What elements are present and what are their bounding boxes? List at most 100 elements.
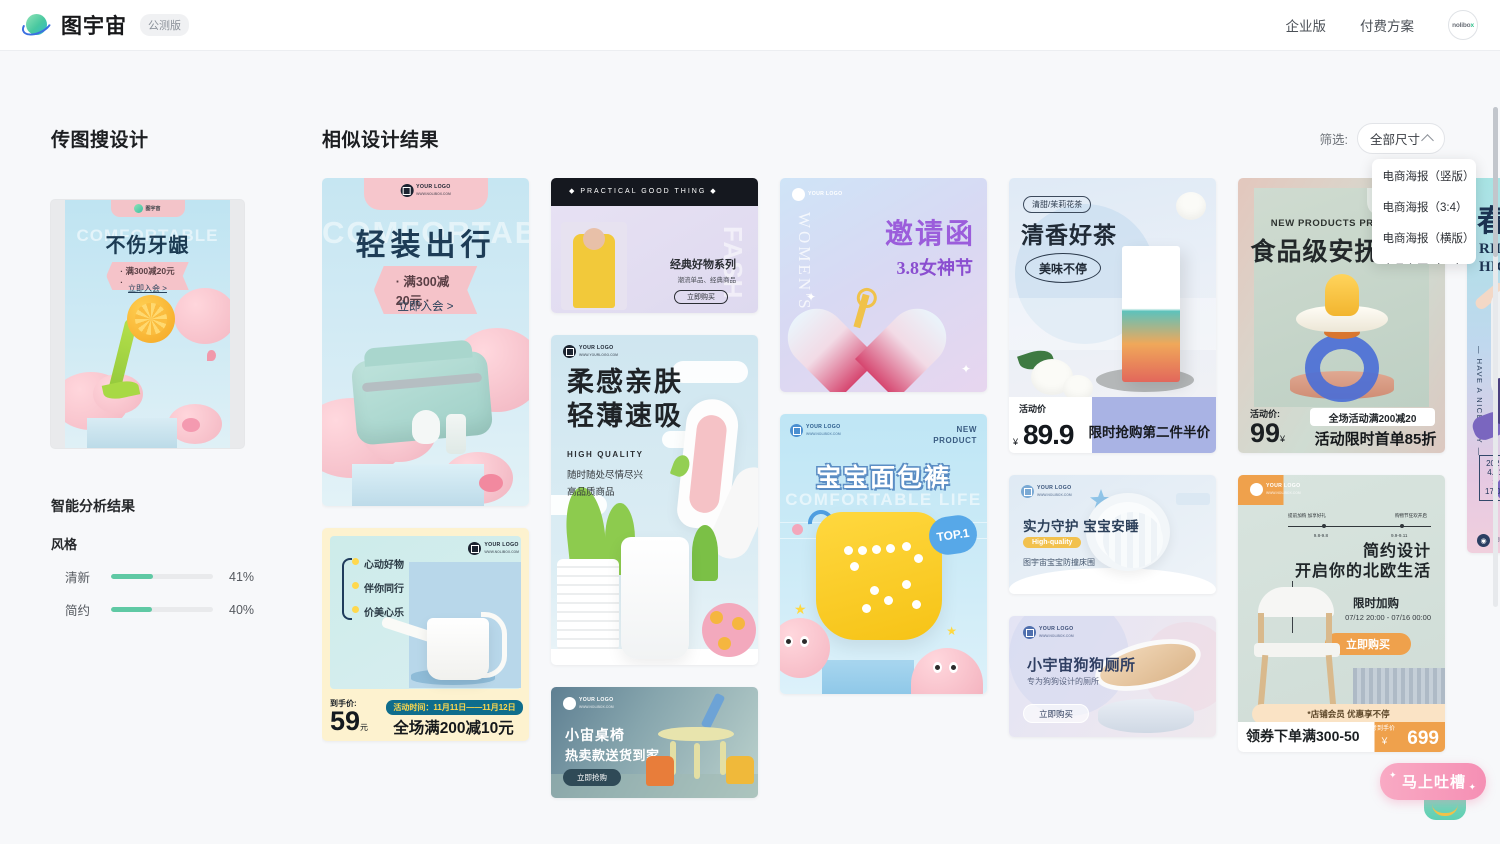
scrollbar-thumb[interactable] bbox=[1493, 107, 1498, 257]
card-promo-1: 全场活动满200减20 bbox=[1310, 408, 1435, 426]
feedback-label: 马上吐槽 bbox=[1401, 774, 1466, 791]
product-bear bbox=[434, 348, 456, 368]
result-card-fashion[interactable]: ◆ PRACTICAL GOOD THING ◆ FASH 经典好物系列 潮流单… bbox=[551, 178, 758, 313]
decor-petal bbox=[207, 350, 216, 361]
timeline-date-2: 9.9-9.11 bbox=[1390, 533, 1408, 538]
logo-mark-icon bbox=[563, 345, 576, 359]
decor-heart bbox=[812, 306, 922, 392]
style-label: 简约 bbox=[65, 604, 91, 618]
card-logo-sub: WWW.NOLIBOX.COM bbox=[1039, 634, 1074, 639]
uploaded-image-frame[interactable]: 图宇宙 COMFORTABLE 不伤牙龈 · 满300减20元 · 立即入会 > bbox=[51, 200, 244, 448]
card-price-block: 到手价: 59元 bbox=[330, 698, 368, 735]
card-logo-sub: WWW.NOLIBOX.COM bbox=[579, 705, 614, 710]
price-value: 59 bbox=[330, 706, 361, 736]
card-logo: YOUR LOGO WWW.YOURLOGO.COM bbox=[563, 345, 618, 359]
result-card-baby-bed[interactable]: YOUR LOGO WWW.NOLIBOX.COM 实力守护 宝宝安睡 High-… bbox=[1009, 475, 1216, 594]
decor-band bbox=[1009, 298, 1216, 350]
card-top-badge: TOP.1 bbox=[926, 512, 980, 558]
result-card-dog-toilet[interactable]: YOUR LOGO WWW.NOLIBOX.COM 小宇宙狗狗厕所 专为狗狗设计的… bbox=[1009, 616, 1216, 737]
card-button: 立即购买 bbox=[1023, 704, 1089, 723]
teether-orange bbox=[127, 295, 175, 343]
card-logo-sub: WWW.NOLIBOX.COM bbox=[1037, 493, 1072, 498]
card-promo-2: 活动限时首单85折 bbox=[1314, 430, 1437, 448]
card-logo-text: YOUR LOGO bbox=[806, 424, 841, 430]
decor-star-icon bbox=[1090, 489, 1112, 511]
decor-podium bbox=[87, 418, 177, 448]
card-logo-sub: WWW.YOURLOGO.COM bbox=[579, 353, 618, 358]
decor-jasmine bbox=[1031, 359, 1073, 395]
card-logo: YOUR LOGO WWW.NOLIBOX.COM bbox=[1023, 626, 1074, 640]
product-bunny bbox=[412, 410, 440, 444]
card-logo: YOUR LOGO WWW.NOLIBOX.COM bbox=[790, 424, 841, 438]
decor-jasmine bbox=[1176, 192, 1206, 220]
result-card-kids-table[interactable]: YOUR LOGO WWW.NOLIBOX.COM 小宙桌椅 热卖款送货到家 立即… bbox=[551, 687, 758, 798]
card-sub-text: 专为狗狗设计的厕所 bbox=[1027, 677, 1099, 686]
style-progress-fill bbox=[111, 574, 153, 579]
dropdown-option-poster-vertical[interactable]: 电商海报（竖版） bbox=[1372, 162, 1476, 193]
card-button: 立即抢购 bbox=[563, 769, 621, 786]
product-baby-nest bbox=[1086, 493, 1170, 571]
card-logo: YOUR LOGO WWW.NOLIBOX.COM bbox=[1021, 485, 1072, 499]
size-filter-select[interactable]: 全部尺寸 bbox=[1357, 123, 1445, 154]
dropdown-option-poster-34[interactable]: 电商海报（3:4） bbox=[1372, 193, 1476, 224]
decor-cloud bbox=[672, 361, 748, 383]
card-logo: YOUR LOGO WWW.NOLIBOX.COM bbox=[468, 542, 519, 556]
dropdown-option-poster-horizontal[interactable]: 电商海报（横版） bbox=[1372, 224, 1476, 255]
price-currency: ¥ bbox=[1280, 434, 1286, 444]
card-cta: 立即入会 > bbox=[397, 301, 454, 313]
card-strip-text: ◆ PRACTICAL GOOD THING ◆ bbox=[569, 188, 718, 195]
result-card-baby-pants[interactable]: YOUR LOGO WWW.NOLIBOX.COM NEW PRODUCT 宝宝面包… bbox=[780, 414, 987, 694]
planet-logo-icon bbox=[18, 10, 56, 40]
dropdown-option-product-main-11[interactable]: 商品主图（1:1） bbox=[1372, 255, 1476, 264]
result-card-chair[interactable]: YOUR LOGO WWW.NOLIBOX.COM 提前加购 加享好礼 购物节狂欢… bbox=[1238, 475, 1445, 752]
thumbnail-logo-icon bbox=[134, 204, 144, 213]
result-card-tea[interactable]: 清甜/茉莉花茶 清香好茶 美味不停 活动价 ¥ 89.9 限时抢购第二件半价 bbox=[1009, 178, 1216, 453]
feedback-button[interactable]: ✦ 马上吐槽 ✦ bbox=[1379, 763, 1486, 800]
style-progress-track bbox=[111, 574, 213, 579]
ref-price-label: 参考到手价 bbox=[1364, 726, 1395, 732]
style-row: 简约 40% bbox=[51, 600, 322, 619]
decor-circle bbox=[1015, 204, 1155, 344]
card-headline: 实力守护 宝宝安睡 bbox=[1023, 519, 1140, 534]
size-filter-dropdown[interactable]: 电商海报（竖版） 电商海报（3:4） 电商海报（横版） 商品主图（1:1） bbox=[1371, 159, 1476, 264]
card-promo-time: 活动时间：11月11日——11月12日 bbox=[386, 700, 523, 715]
avatar-accent: x bbox=[1470, 21, 1474, 29]
card-sub-text: 图宇宙宝宝防撞床围 bbox=[1023, 558, 1095, 567]
card-price-bar bbox=[1009, 397, 1216, 453]
filter-label: 筛选: bbox=[1319, 133, 1348, 147]
timeline-date-1: 9.8-9.8 bbox=[1313, 533, 1329, 538]
decor-sparkle: ✦ bbox=[1388, 770, 1398, 780]
decor-flower bbox=[479, 474, 503, 492]
card-logo-sub: WWW.NOLIBOX.COM bbox=[416, 192, 451, 197]
model-head bbox=[583, 228, 605, 250]
card-logo: YOUR LOGO WWW.NOLIBOX.COM bbox=[1250, 483, 1301, 497]
nav-enterprise[interactable]: 企业版 bbox=[1286, 15, 1327, 35]
product-pacifier-shield bbox=[1295, 306, 1388, 332]
logo-mark-icon bbox=[1021, 485, 1034, 499]
logo-mark-icon bbox=[792, 188, 805, 201]
decor-rug bbox=[1353, 668, 1445, 708]
avatar[interactable]: nolibo x bbox=[1448, 10, 1478, 40]
card-bullet-1: 心动好物 bbox=[364, 560, 404, 571]
nav-pricing[interactable]: 付费方案 bbox=[1360, 15, 1414, 35]
style-progress-track bbox=[111, 607, 213, 612]
bullet-dot bbox=[352, 582, 359, 589]
logo-block[interactable]: 图宇宙 公测版 bbox=[18, 10, 189, 40]
result-card-travel-bag[interactable]: YOUR LOGO WWW.NOLIBOX.COM COMFORTABLE 轻装出… bbox=[322, 178, 529, 506]
card-logo-text: YOUR LOGO bbox=[1037, 485, 1072, 491]
card-bullet-3: 价美心乐 bbox=[364, 608, 404, 619]
product-watering-can bbox=[427, 618, 489, 680]
product-chair-back bbox=[1258, 587, 1334, 617]
decor-cloud bbox=[362, 404, 436, 462]
card-new-badge: NEW PRODUCT bbox=[933, 425, 977, 446]
decor-cloud bbox=[443, 452, 513, 504]
product-pacifier-ring bbox=[1304, 334, 1379, 402]
result-card-watering-can[interactable]: YOUR LOGO WWW.NOLIBOX.COM 心动好物 伴你同行 价美心乐 … bbox=[322, 528, 529, 741]
card-member-note: *店铺会员 优惠享不停 bbox=[1252, 704, 1445, 724]
result-card-soft-diaper[interactable]: YOUR LOGO WWW.YOURLOGO.COM 柔感亲肤 轻薄速吸 HIGH … bbox=[551, 335, 758, 665]
filter-selected-value: 全部尺寸 bbox=[1370, 133, 1421, 147]
decor-block bbox=[1176, 493, 1210, 505]
decor-base bbox=[551, 649, 758, 665]
feedback-widget[interactable]: ✦ 马上吐槽 ✦ bbox=[1379, 763, 1486, 800]
result-card-invitation[interactable]: YOUR LOGO WOMEN'S DAY 邀请函 3.8女神节 ✦ ✦ bbox=[780, 178, 987, 392]
